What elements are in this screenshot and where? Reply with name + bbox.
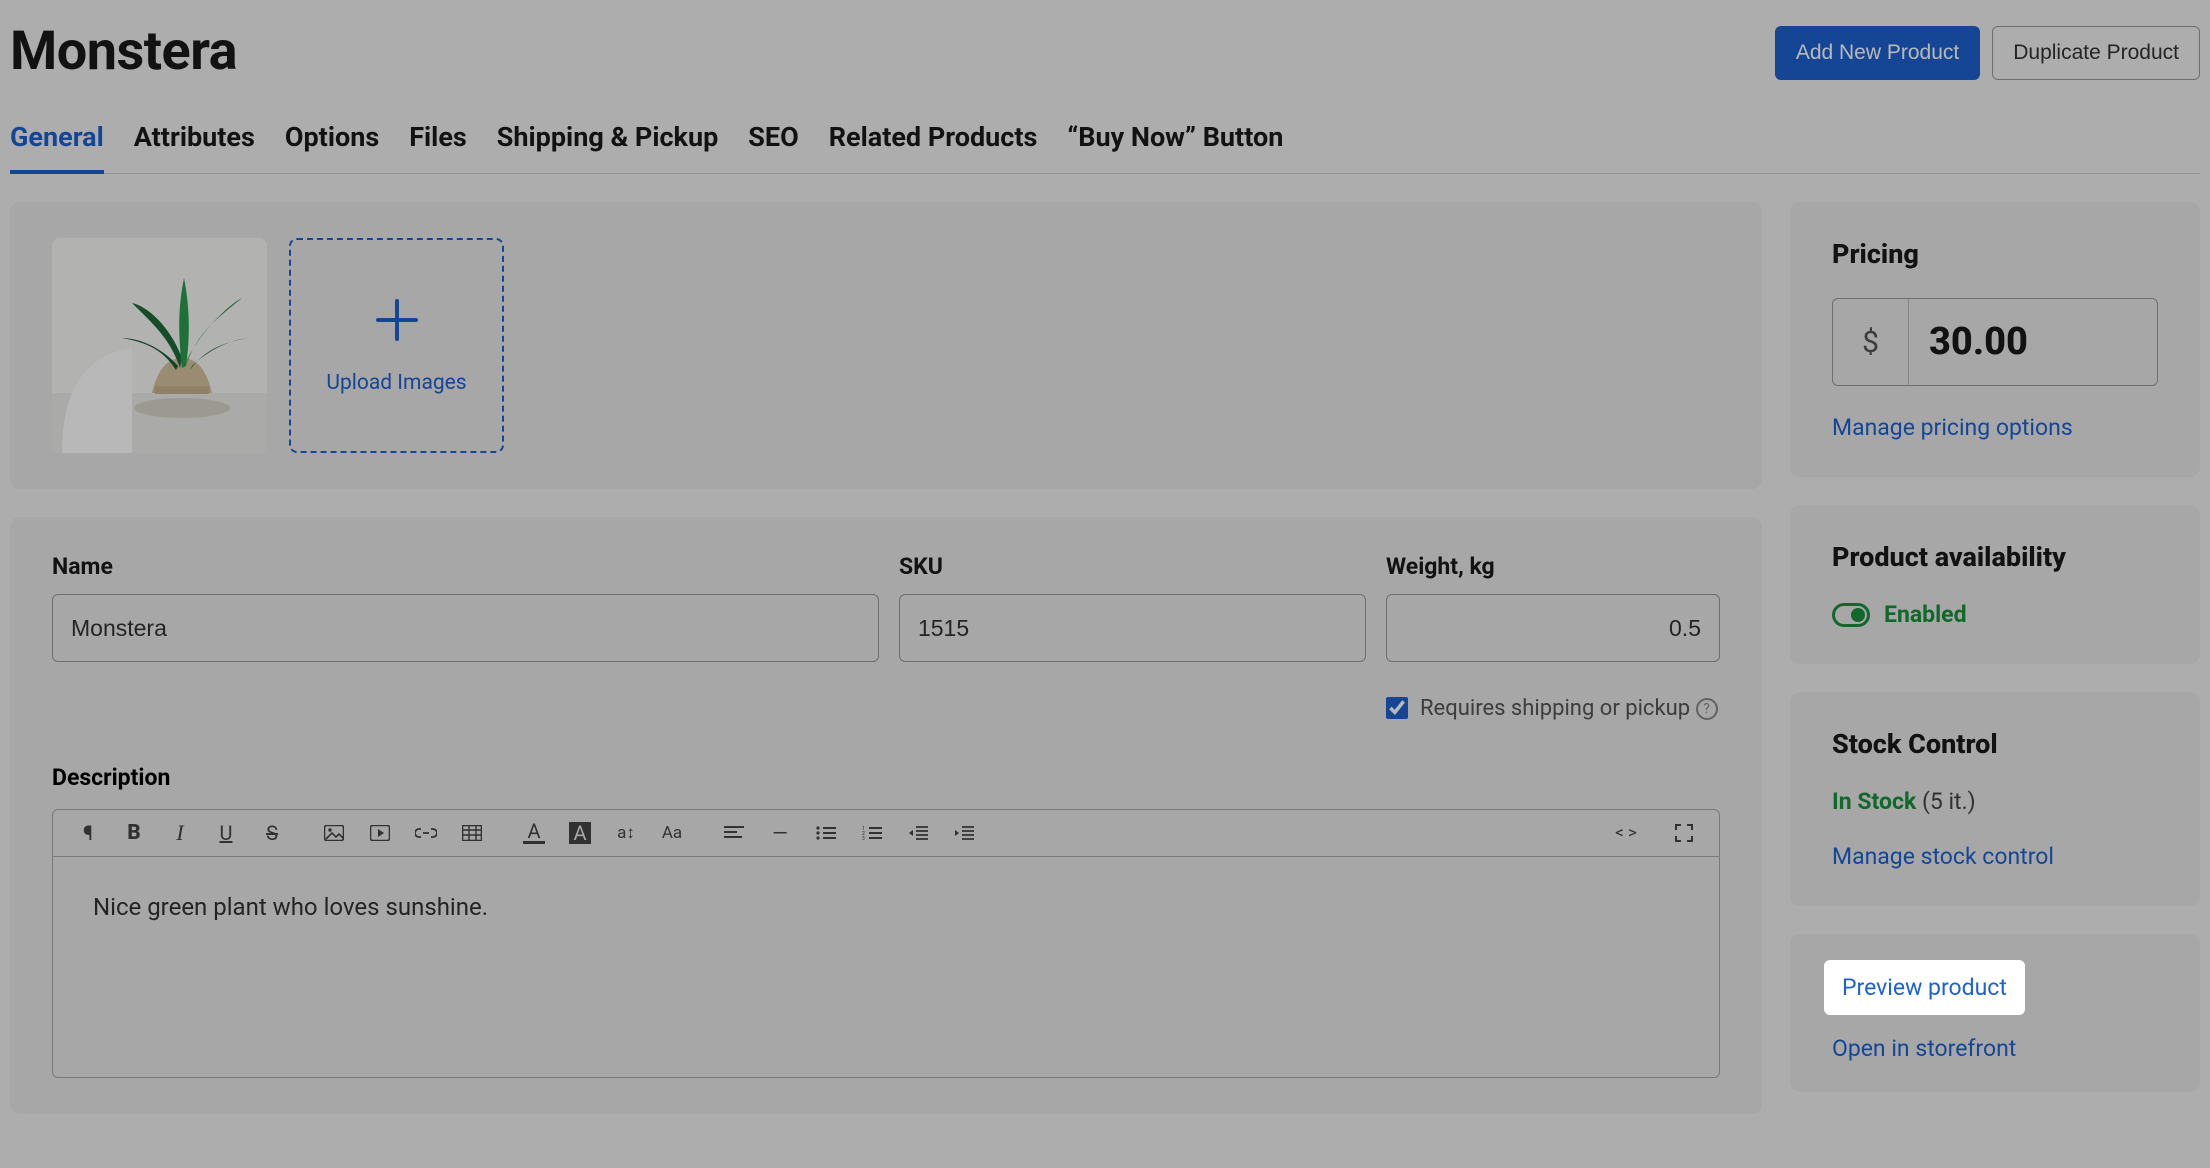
code-view-icon[interactable]: < > bbox=[1615, 822, 1637, 844]
image-icon[interactable] bbox=[323, 822, 345, 844]
stock-card: Stock Control In Stock (5 it.) Manage st… bbox=[1790, 692, 2200, 906]
sku-label: SKU bbox=[899, 553, 1366, 580]
details-card: Name SKU Weight, kg Requires shipp bbox=[10, 517, 1762, 1114]
pricing-card: Pricing $ 30.00 Manage pricing options bbox=[1790, 202, 2200, 477]
link-icon[interactable] bbox=[415, 822, 437, 844]
strikethrough-icon[interactable]: S bbox=[261, 822, 283, 844]
name-label: Name bbox=[52, 553, 879, 580]
stock-title: Stock Control bbox=[1832, 728, 2158, 760]
add-new-product-button[interactable]: Add New Product bbox=[1775, 26, 1980, 80]
tab-buy-now-button[interactable]: “Buy Now” Button bbox=[1067, 113, 1283, 173]
hr-icon[interactable]: — bbox=[769, 822, 791, 844]
manage-stock-link[interactable]: Manage stock control bbox=[1832, 843, 2158, 870]
upload-images-button[interactable]: Upload Images bbox=[289, 238, 504, 453]
description-label: Description bbox=[52, 764, 1720, 791]
description-textarea[interactable]: Nice green plant who loves sunshine. bbox=[53, 857, 1719, 1077]
outdent-icon[interactable] bbox=[907, 822, 929, 844]
indent-icon[interactable] bbox=[953, 822, 975, 844]
page-title: Monstera bbox=[10, 20, 237, 83]
product-image-thumbnail[interactable] bbox=[52, 238, 267, 453]
fullscreen-icon[interactable] bbox=[1673, 822, 1695, 844]
manage-pricing-link[interactable]: Manage pricing options bbox=[1832, 414, 2158, 441]
tab-seo[interactable]: SEO bbox=[748, 113, 798, 173]
bg-color-icon[interactable]: A bbox=[569, 822, 591, 844]
tab-files[interactable]: Files bbox=[409, 113, 467, 173]
font-color-icon[interactable]: A bbox=[523, 822, 545, 844]
table-icon[interactable] bbox=[461, 822, 483, 844]
tab-shipping-pickup[interactable]: Shipping & Pickup bbox=[497, 113, 719, 173]
price-value: 30.00 bbox=[1909, 299, 2157, 385]
requires-shipping-checkbox[interactable] bbox=[1386, 697, 1408, 719]
editor-toolbar: ¶ B I U S bbox=[53, 810, 1719, 857]
tab-general[interactable]: General bbox=[10, 113, 104, 173]
availability-title: Product availability bbox=[1832, 541, 2158, 573]
paragraph-icon[interactable]: ¶ bbox=[77, 822, 99, 844]
pricing-title: Pricing bbox=[1832, 238, 2158, 270]
tab-attributes[interactable]: Attributes bbox=[134, 113, 255, 173]
plant-image-icon bbox=[52, 238, 267, 453]
currency-symbol: $ bbox=[1833, 299, 1909, 385]
stock-status: In Stock (5 it.) bbox=[1832, 788, 2158, 815]
underline-icon[interactable]: U bbox=[215, 822, 237, 844]
open-in-storefront-link[interactable]: Open in storefront bbox=[1832, 1035, 2158, 1062]
video-icon[interactable] bbox=[369, 822, 391, 844]
upload-images-label: Upload Images bbox=[326, 371, 466, 395]
enabled-label: Enabled bbox=[1884, 601, 1967, 628]
bold-icon[interactable]: B bbox=[123, 822, 145, 844]
price-input[interactable]: $ 30.00 bbox=[1832, 298, 2158, 386]
font-size-icon[interactable]: a↕ bbox=[615, 822, 637, 844]
weight-input[interactable] bbox=[1386, 594, 1720, 662]
enabled-toggle[interactable] bbox=[1832, 603, 1870, 627]
product-tabs: General Attributes Options Files Shippin… bbox=[10, 113, 2200, 174]
requires-shipping-label: Requires shipping or pickup ? bbox=[1420, 694, 1718, 724]
svg-text:3: 3 bbox=[862, 836, 865, 840]
plus-icon bbox=[374, 297, 420, 343]
number-list-icon[interactable]: 123 bbox=[861, 822, 883, 844]
description-editor: ¶ B I U S bbox=[52, 809, 1720, 1078]
weight-label: Weight, kg bbox=[1386, 553, 1720, 580]
preview-product-link[interactable]: Preview product bbox=[1842, 974, 2007, 1001]
italic-icon[interactable]: I bbox=[169, 822, 191, 844]
availability-card: Product availability Enabled bbox=[1790, 505, 2200, 664]
preview-card: Preview product Open in storefront bbox=[1790, 934, 2200, 1092]
sku-input[interactable] bbox=[899, 594, 1366, 662]
align-icon[interactable] bbox=[723, 822, 745, 844]
tab-related-products[interactable]: Related Products bbox=[829, 113, 1038, 173]
help-icon[interactable]: ? bbox=[1696, 698, 1718, 720]
duplicate-product-button[interactable]: Duplicate Product bbox=[1992, 26, 2200, 80]
images-card: Upload Images bbox=[10, 202, 1762, 489]
bullet-list-icon[interactable] bbox=[815, 822, 837, 844]
text-case-icon[interactable]: Aa bbox=[661, 822, 683, 844]
name-input[interactable] bbox=[52, 594, 879, 662]
tab-options[interactable]: Options bbox=[285, 113, 379, 173]
